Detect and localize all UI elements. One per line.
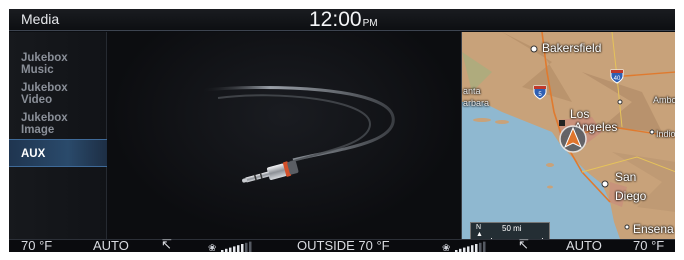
- menu-item-jukebox-image[interactable]: Jukebox Image: [9, 112, 107, 136]
- fan-icon: ❀: [442, 243, 450, 252]
- fan-level-bar: [225, 248, 228, 252]
- scale-distance: 50 mi: [502, 224, 522, 233]
- fan-level-bar: [479, 242, 482, 252]
- menu-item-sublabel: Music: [21, 64, 54, 76]
- menu-item-label: Jukebox: [21, 112, 68, 124]
- interstate-5-shield: 5: [533, 85, 547, 100]
- city-label-bakersfield: Bakersfield: [542, 41, 602, 55]
- menu-item-label: AUX: [21, 148, 46, 160]
- clock-ampm: PM: [362, 18, 378, 29]
- infotainment-screen: Media 12:00PM Jukebox Music Jukebox Vide…: [9, 9, 675, 252]
- city-label-ambo: Ambo: [653, 95, 675, 105]
- passenger-fan-speed-icon[interactable]: ❀: [442, 241, 488, 252]
- menu-item-aux[interactable]: AUX: [9, 139, 107, 167]
- city-label-indio: Indio: [656, 129, 675, 139]
- fan-level-bar: [475, 244, 478, 252]
- climate-status-bar: 70 °F AUTO ↸ ❀ OUTSIDE 70 °F ❀ ↸ AUTO 70…: [9, 237, 675, 252]
- city-label-barbara: arbara: [463, 98, 490, 108]
- clock-time: 12:00: [309, 9, 362, 31]
- city-label-anta: anta: [463, 86, 481, 96]
- fan-level-bar: [459, 248, 462, 252]
- passenger-temperature[interactable]: 70 °F: [633, 238, 664, 252]
- vehicle-position-icon: [559, 125, 587, 153]
- fan-level-bar: [245, 242, 248, 252]
- shield-number: 40: [614, 76, 621, 82]
- aux-display-area: [108, 32, 461, 239]
- fan-level-bar: [471, 245, 474, 252]
- city-label-los: Los: [570, 107, 590, 121]
- fan-level-bar: [233, 246, 236, 252]
- fan-level-bar: [463, 247, 466, 252]
- north-indicator-icon: N ▲: [476, 224, 483, 238]
- fan-level-bar: [455, 250, 458, 252]
- city-label-ensena: Ensena: [633, 222, 674, 236]
- north-label: N: [476, 224, 482, 231]
- outside-temperature: OUTSIDE 70 °F: [297, 238, 390, 252]
- menu-item-sublabel: Video: [21, 94, 53, 106]
- menu-item-label: Jukebox: [21, 52, 68, 64]
- fan-level-bar: [237, 245, 240, 252]
- interstate-40-shield: 40: [610, 69, 624, 84]
- driver-climate-mode[interactable]: AUTO: [93, 238, 129, 252]
- screen-title: Media: [21, 11, 60, 27]
- menu-item-jukebox-music[interactable]: Jukebox Music: [9, 52, 107, 76]
- fan-level-bar: [229, 247, 232, 252]
- passenger-climate-mode[interactable]: AUTO: [566, 238, 602, 252]
- city-label-san: San: [615, 170, 637, 184]
- menu-item-sublabel: Image: [21, 124, 55, 136]
- driver-fan-speed-icon[interactable]: ❀: [208, 241, 254, 252]
- clock[interactable]: 12:00PM: [309, 9, 378, 32]
- fan-level-bar: [241, 244, 244, 252]
- driver-airflow-icon[interactable]: ↸: [161, 237, 172, 252]
- map-scale: N ▲ 50 mi: [470, 222, 550, 239]
- fan-level-bar: [249, 241, 252, 252]
- navigation-map[interactable]: 5 40 Bakersfield anta arbara Los Angeles…: [461, 32, 675, 239]
- menu-item-jukebox-video[interactable]: Jukebox Video: [9, 82, 107, 106]
- fan-level-bar: [467, 246, 470, 252]
- header-bar: Media 12:00PM: [9, 9, 675, 31]
- menu-item-label: Jukebox: [21, 82, 68, 94]
- fan-icon: ❀: [208, 243, 216, 252]
- media-source-menu: Jukebox Music Jukebox Video Jukebox Imag…: [9, 32, 107, 239]
- fan-level-bar: [483, 241, 486, 252]
- fan-level-bar: [221, 250, 224, 252]
- city-label-diego: Diego: [615, 189, 647, 203]
- passenger-airflow-icon[interactable]: ↸: [518, 237, 529, 252]
- aux-cable-icon: [203, 85, 395, 183]
- driver-temperature[interactable]: 70 °F: [21, 238, 52, 252]
